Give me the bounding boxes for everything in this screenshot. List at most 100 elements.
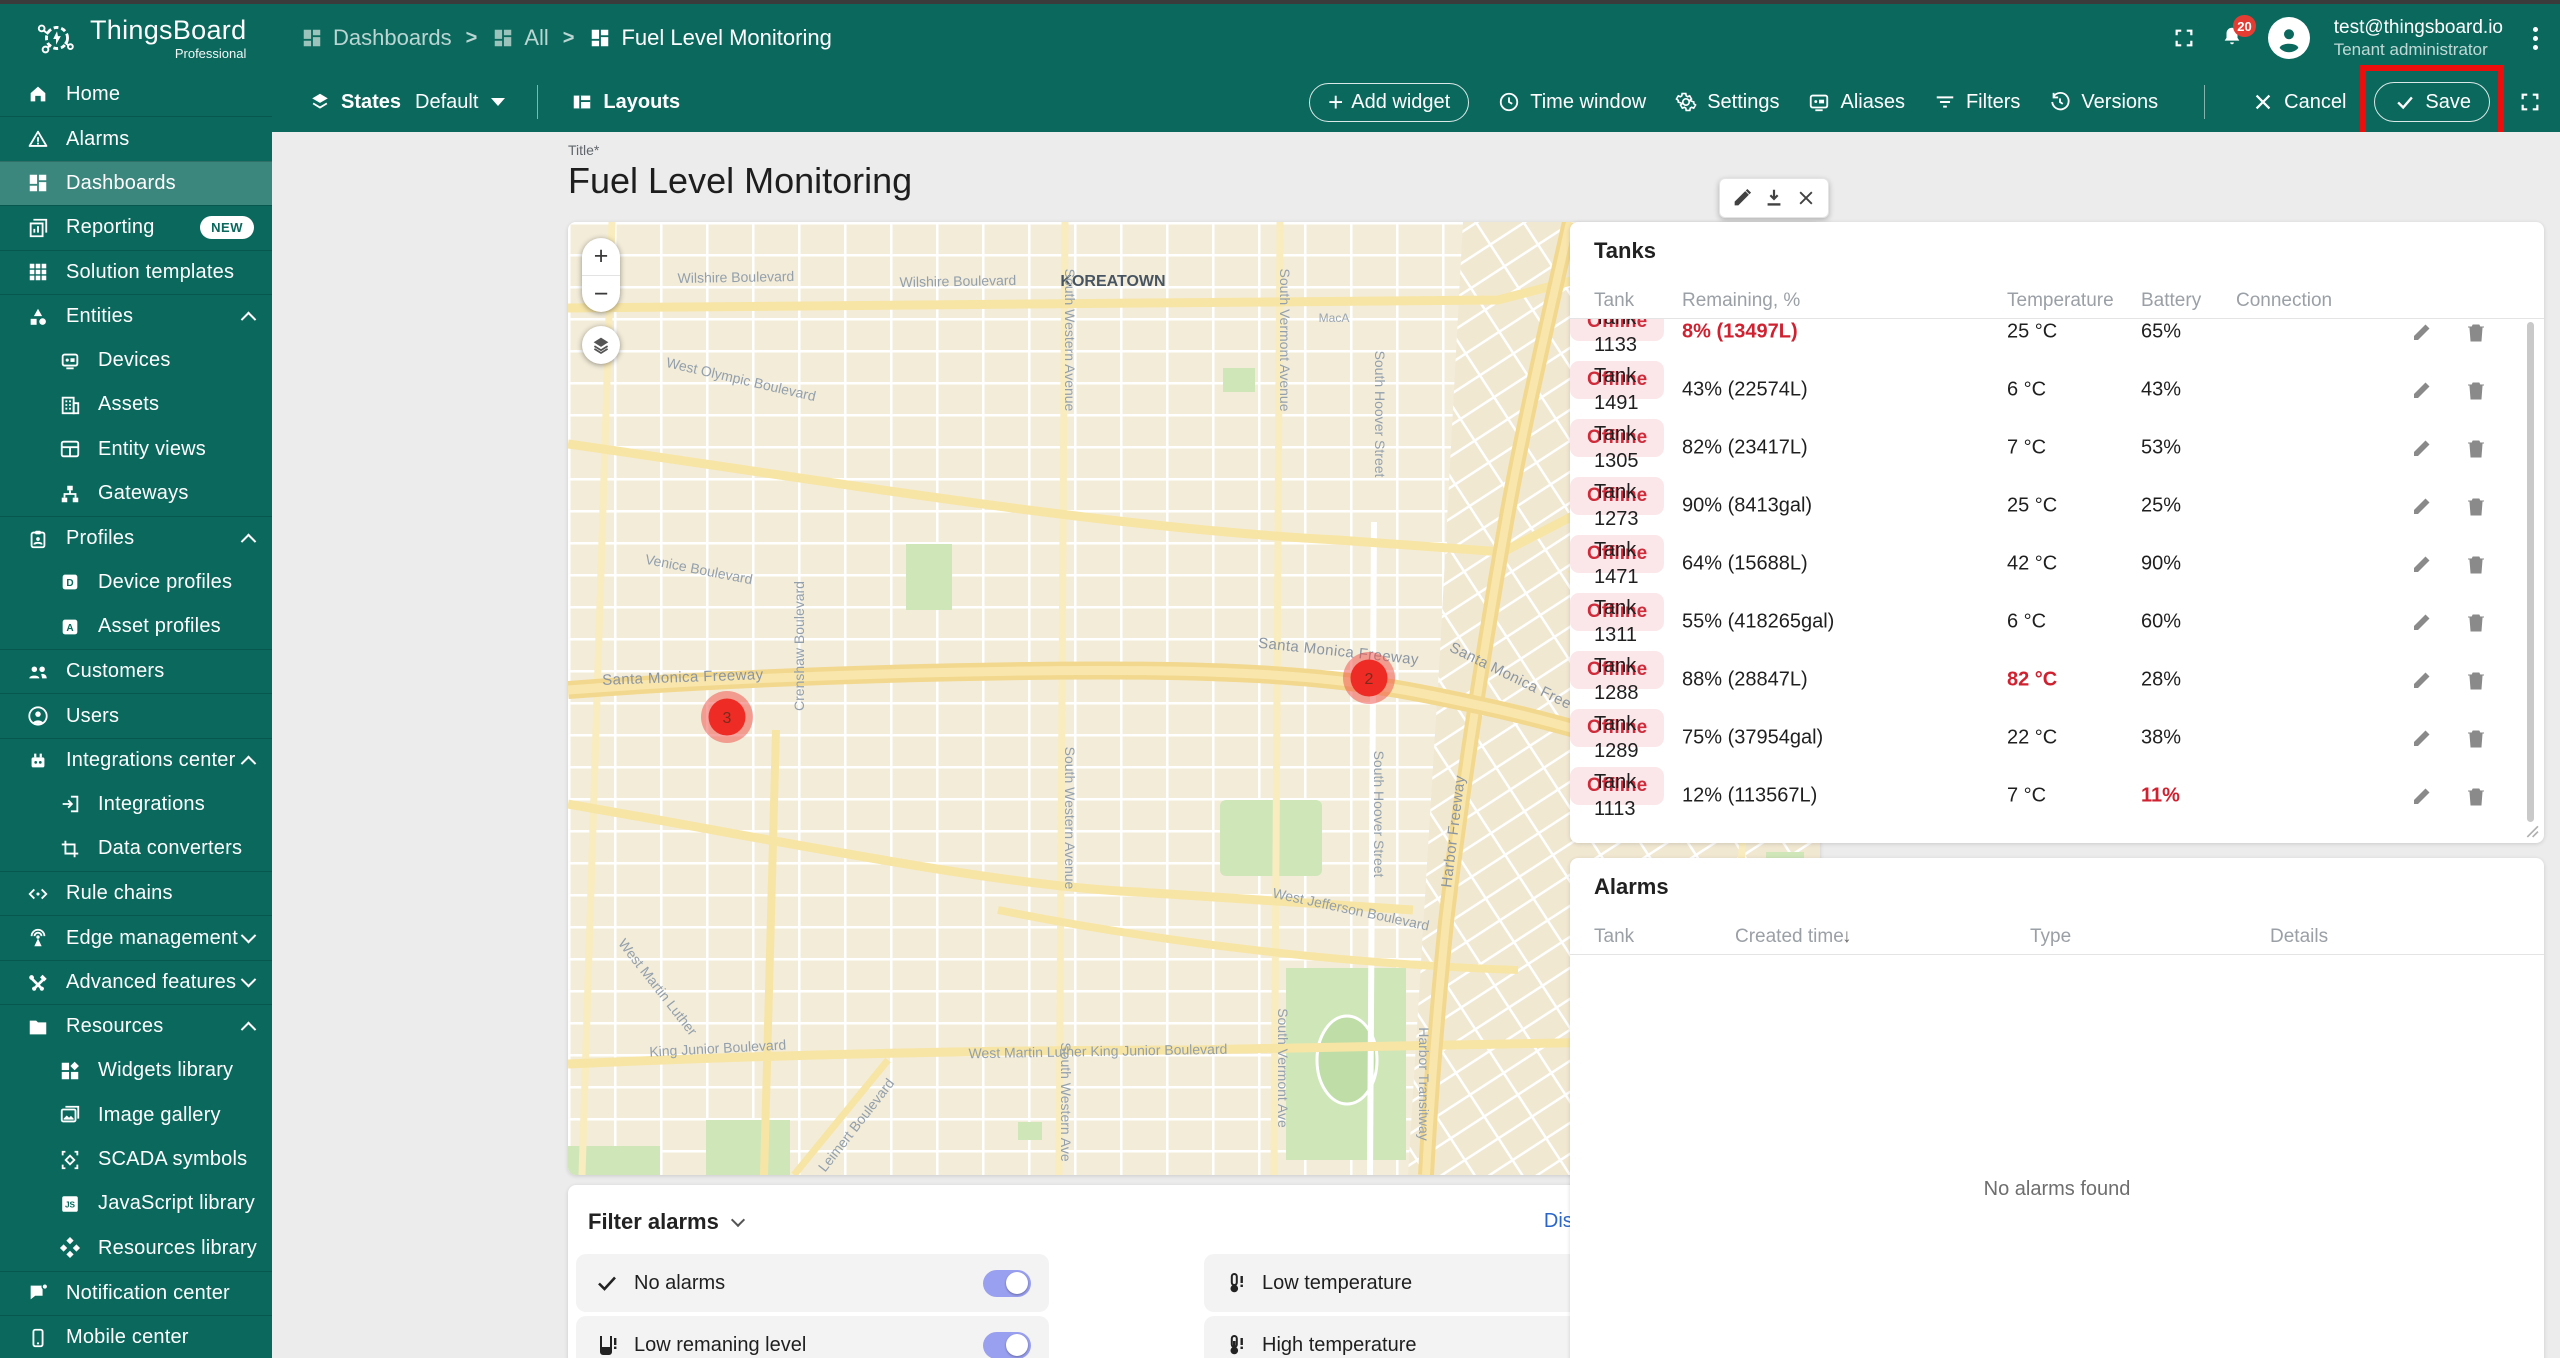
sidebar-item-resources[interactable]: Resources	[0, 1004, 272, 1048]
remove-widget-button[interactable]	[1791, 183, 1821, 213]
sidebar-item-assets[interactable]: Assets	[0, 383, 272, 427]
sidebar-item-gateways[interactable]: Gateways	[0, 472, 272, 516]
no-alarms-toggle[interactable]	[983, 1269, 1031, 1297]
edit-row-button[interactable]	[2404, 488, 2440, 524]
sidebar-item-integrations-center[interactable]: Integrations center	[0, 737, 272, 782]
sidebar-item-edge-management[interactable]: Edge management	[0, 915, 272, 959]
table-row[interactable]: Tank 1288 88% (28847L) 82 °C 28% Offline	[1570, 651, 2524, 709]
sidebar-item-asset-profiles[interactable]: A Asset profiles	[0, 605, 272, 649]
sidebar-item-home[interactable]: Home	[0, 72, 272, 116]
download-widget-button[interactable]	[1759, 183, 1789, 213]
sidebar-item-entities[interactable]: Entities	[0, 293, 272, 338]
sidebar-item-advanced-features[interactable]: Advanced features	[0, 959, 272, 1004]
column-header-remaining[interactable]: Remaining, %	[1682, 290, 1800, 312]
state-select[interactable]: Default	[415, 91, 506, 114]
edit-row-button[interactable]	[2404, 372, 2440, 408]
page-title[interactable]: Fuel Level Monitoring	[568, 160, 912, 202]
states-button[interactable]: States	[308, 90, 401, 114]
sidebar-item-entity-views[interactable]: Entity views	[0, 427, 272, 471]
edit-widget-button[interactable]	[1727, 183, 1757, 213]
sidebar-item-customers[interactable]: Customers	[0, 649, 272, 693]
column-header-details[interactable]: Details	[2270, 926, 2328, 948]
sidebar-item-rule-chains[interactable]: Rule chains	[0, 871, 272, 915]
delete-row-button[interactable]	[2458, 662, 2494, 698]
sidebar-item-solution-templates[interactable]: Solution templates	[0, 249, 272, 294]
avatar[interactable]	[2267, 17, 2310, 59]
versions-button[interactable]: Versions	[2048, 90, 2158, 114]
delete-row-button[interactable]	[2458, 488, 2494, 524]
breadcrumb-all[interactable]: All	[491, 25, 549, 51]
notifications-bell[interactable]: 20	[2220, 15, 2256, 52]
column-header-type[interactable]: Type	[2030, 926, 2071, 948]
sidebar-item-integrations[interactable]: Integrations	[0, 782, 272, 826]
map-cluster-marker[interactable]: 2	[1343, 652, 1395, 704]
sidebar-item-device-profiles[interactable]: D Device profiles	[0, 560, 272, 604]
more-menu-icon[interactable]	[2527, 23, 2544, 54]
layouts-button[interactable]: Layouts	[570, 90, 680, 114]
edit-row-button[interactable]	[2404, 430, 2440, 466]
sidebar-item-alarms[interactable]: Alarms	[0, 116, 272, 160]
delete-row-button[interactable]	[2458, 720, 2494, 756]
column-header-tank[interactable]: Tank	[1594, 290, 1634, 312]
save-button[interactable]: Save	[2374, 82, 2490, 122]
table-row[interactable]: Tank 1311 55% (418265gal) 6 °C 60% Offli…	[1570, 593, 2524, 651]
sidebar-item-users[interactable]: Users	[0, 693, 272, 737]
aliases-button[interactable]: Aliases	[1807, 90, 1905, 114]
low-remaining-level-toggle[interactable]	[983, 1331, 1031, 1358]
chevron-down-icon[interactable]	[730, 1212, 745, 1227]
table-row[interactable]: Tank 1113 12% (113567L) 7 °C 11% Offline	[1570, 767, 2524, 825]
table-row[interactable]: Tank 1305 82% (23417L) 7 °C 53% Offline	[1570, 419, 2524, 477]
fullscreen-icon[interactable]	[2172, 26, 2196, 50]
table-row[interactable]: Tank 1273 90% (8413gal) 25 °C 25% Offlin…	[1570, 477, 2524, 535]
table-row[interactable]: Tank 1491 43% (22574L) 6 °C 43% Offline	[1570, 361, 2524, 419]
table-scrollbar[interactable]	[2527, 322, 2534, 822]
edit-row-button[interactable]	[2404, 546, 2440, 582]
sidebar-item-devices[interactable]: Devices	[0, 338, 272, 382]
sort-desc-arrow-icon[interactable]: ↓	[1842, 926, 1852, 948]
delete-row-button[interactable]	[2458, 319, 2494, 350]
edit-row-button[interactable]	[2404, 604, 2440, 640]
column-header-temperature[interactable]: Temperature	[2007, 290, 2114, 312]
column-header-battery[interactable]: Battery	[2141, 290, 2201, 312]
sidebar-item-profiles[interactable]: Profiles	[0, 515, 272, 560]
sidebar-item-mobile-center[interactable]: Mobile center	[0, 1314, 272, 1358]
sidebar-item-data-converters[interactable]: Data converters	[0, 827, 272, 871]
edit-row-button[interactable]	[2404, 662, 2440, 698]
breadcrumb-dashboards[interactable]: Dashboards	[300, 25, 452, 51]
zoom-out-button[interactable]: −	[582, 275, 620, 312]
edit-row-button[interactable]	[2404, 319, 2440, 350]
table-row[interactable]: Tank 1133 8% (13497L) 25 °C 65% Offline	[1570, 319, 2524, 361]
settings-button[interactable]: Settings	[1674, 90, 1779, 114]
sidebar-item-dashboards[interactable]: Dashboards	[0, 160, 272, 206]
sidebar-item-image-gallery[interactable]: Image gallery	[0, 1093, 272, 1137]
expand-icon[interactable]	[2518, 90, 2542, 114]
delete-row-button[interactable]	[2458, 778, 2494, 814]
breadcrumb-current[interactable]: Fuel Level Monitoring	[588, 25, 832, 51]
delete-row-button[interactable]	[2458, 604, 2494, 640]
zoom-in-button[interactable]: +	[582, 238, 620, 275]
column-header-tank[interactable]: Tank	[1594, 926, 1634, 948]
map-cluster-marker[interactable]: 3	[701, 691, 753, 743]
column-header-connection[interactable]: Connection	[2236, 290, 2332, 312]
sidebar-item-reporting[interactable]: Reporting NEW	[0, 205, 272, 249]
edit-row-button[interactable]	[2404, 720, 2440, 756]
map-layers-button[interactable]	[582, 326, 620, 364]
table-row[interactable]: Tank 1471 64% (15688L) 42 °C 90% Offline	[1570, 535, 2524, 593]
delete-row-button[interactable]	[2458, 372, 2494, 408]
add-widget-button[interactable]: + Add widget	[1309, 82, 1470, 122]
edit-row-button[interactable]	[2404, 778, 2440, 814]
widget-resize-handle[interactable]	[2522, 821, 2539, 838]
delete-row-button[interactable]	[2458, 430, 2494, 466]
column-header-created-time[interactable]: Created time	[1735, 926, 1844, 948]
sidebar-item-javascript-library[interactable]: JS JavaScript library	[0, 1182, 272, 1226]
sidebar-item-resources-library[interactable]: Resources library	[0, 1226, 272, 1270]
filters-button[interactable]: Filters	[1933, 90, 2020, 114]
sidebar-item-notification-center[interactable]: Notification center	[0, 1270, 272, 1315]
delete-row-button[interactable]	[2458, 546, 2494, 582]
sidebar-item-scada-symbols[interactable]: SCADA symbols	[0, 1137, 272, 1181]
thingsboard-logo[interactable]: ThingsBoard Professional	[34, 15, 272, 61]
cancel-button[interactable]: Cancel	[2251, 90, 2346, 114]
user-info[interactable]: test@thingsboard.io Tenant administrator	[2334, 16, 2503, 61]
table-row[interactable]: Tank 1289 75% (37954gal) 22 °C 38% Offli…	[1570, 709, 2524, 767]
sidebar-item-widgets-library[interactable]: Widgets library	[0, 1049, 272, 1093]
